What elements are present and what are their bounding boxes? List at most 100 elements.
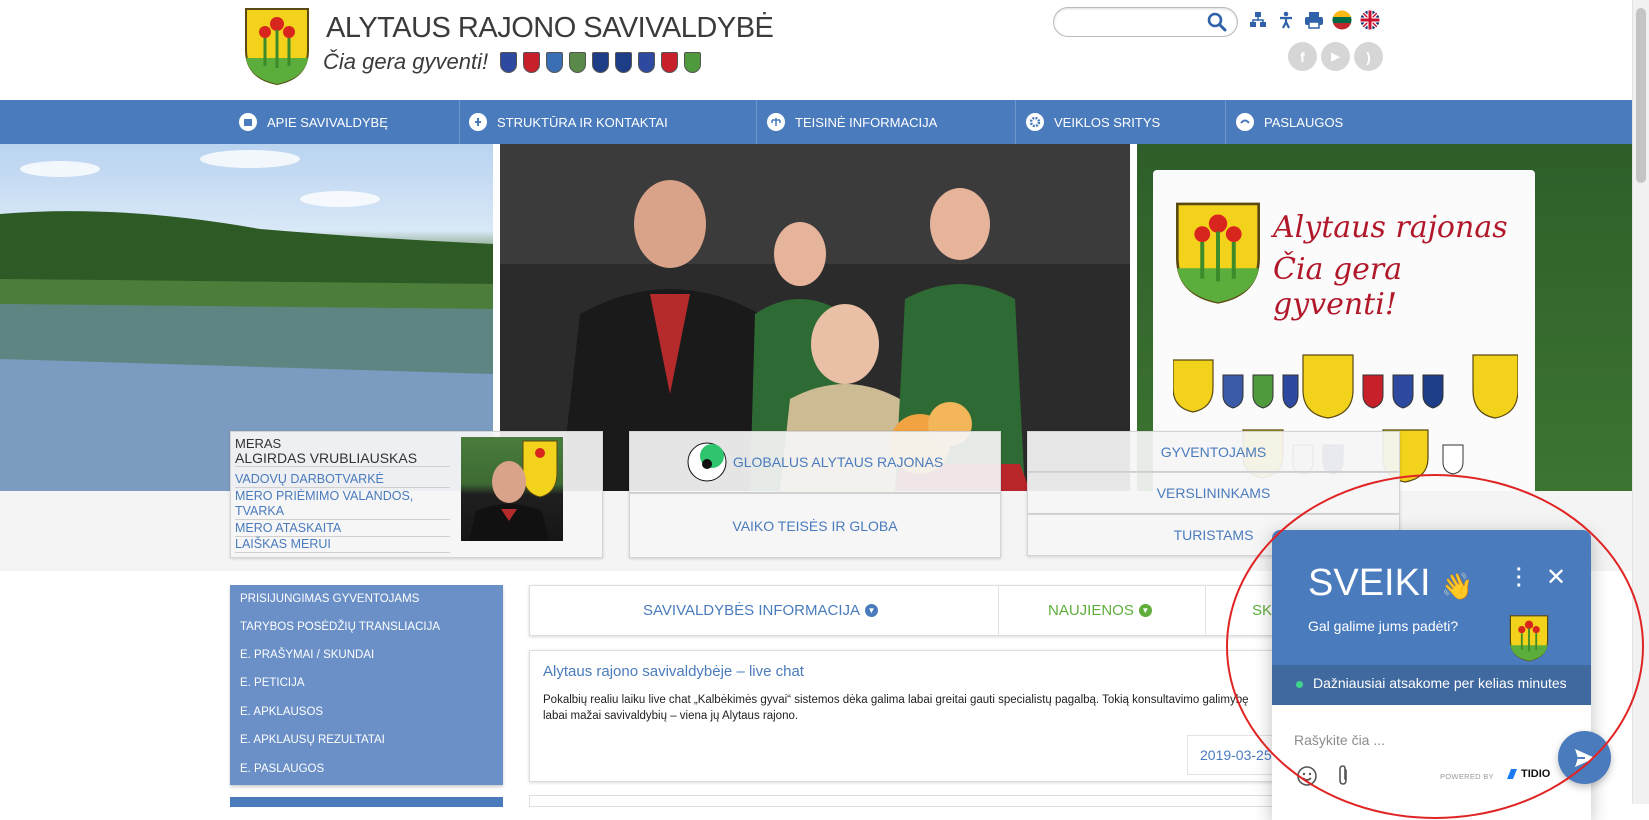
nav-divider bbox=[1015, 100, 1016, 144]
sidebar-item-prisijungimas[interactable]: PRISIJUNGIMAS GYVENTOJAMS bbox=[240, 593, 419, 605]
chat-title-text: SVEIKI bbox=[1308, 562, 1431, 604]
nav-divider bbox=[1225, 100, 1226, 144]
scrollbar-thumb[interactable] bbox=[1636, 8, 1646, 183]
top-utility-icons bbox=[1248, 10, 1380, 30]
site-title[interactable]: ALYTAUS RAJONO SAVIVALDYBĖ bbox=[326, 12, 774, 45]
sidebar-item-apklausu-rezultatai[interactable]: E. APKLAUSŲ REZULTATAI bbox=[240, 734, 385, 746]
mayor-link-ataskaita[interactable]: MERO ATASKAITA bbox=[235, 521, 450, 537]
tab-savivaldybes-informacija[interactable]: SAVIVALDYBĖS INFORMACIJA ▼ bbox=[643, 586, 878, 635]
tab-sk[interactable]: SK bbox=[1252, 586, 1272, 635]
print-icon[interactable] bbox=[1304, 10, 1324, 30]
structure-icon bbox=[469, 113, 487, 131]
site-header: ALYTAUS RAJONO SAVIVALDYBĖ Čia gera gyve… bbox=[0, 0, 1632, 100]
nav-item-label: APIE SAVIVALDYBĘ bbox=[267, 114, 388, 130]
chevron-down-icon: ▼ bbox=[1138, 604, 1152, 617]
nav-item-struktura[interactable]: STRUKTŪRA IR KONTAKTAI bbox=[469, 100, 668, 144]
e-services-sidebar: PRISIJUNGIMAS GYVENTOJAMS TARYBOS POSĖDŽ… bbox=[230, 585, 503, 785]
global-alytus-logo-icon bbox=[687, 442, 727, 482]
social-links: f ▶ ) bbox=[1288, 42, 1383, 71]
send-button[interactable] bbox=[1558, 731, 1611, 784]
site-motto: Čia gera gyventi! bbox=[323, 49, 489, 74]
page-scrollbar[interactable] bbox=[1632, 0, 1649, 804]
close-icon[interactable]: ✕ bbox=[1546, 563, 1566, 592]
news-body-line: labai mažai savivaldybių – viena jų Alyt… bbox=[543, 710, 799, 722]
sidebar-item-e-paslaugos[interactable]: E. PASLAUGOS bbox=[240, 763, 324, 775]
chat-title: SVEIKI 👋 bbox=[1308, 562, 1473, 605]
mayor-role: MERAS bbox=[235, 436, 282, 451]
sitemap-icon[interactable] bbox=[1248, 10, 1268, 30]
mayor-photo[interactable] bbox=[461, 437, 563, 541]
tab-divider bbox=[998, 586, 999, 635]
tab-label: NAUJIENOS bbox=[1048, 602, 1134, 619]
nav-item-label: TEISINĖ INFORMACIJA bbox=[795, 114, 938, 130]
search-icon[interactable] bbox=[1207, 12, 1227, 32]
tab-divider bbox=[1205, 586, 1206, 635]
eldership-crest-icon[interactable] bbox=[615, 52, 632, 73]
wave-icon: 👋 bbox=[1441, 571, 1474, 601]
rss-icon[interactable]: ) bbox=[1354, 42, 1383, 71]
search-input[interactable] bbox=[1066, 13, 1196, 31]
tab-label: SK bbox=[1252, 602, 1273, 619]
mayor-link-tvarka[interactable]: TVARKA bbox=[235, 504, 450, 520]
eldership-crest-icon[interactable] bbox=[569, 52, 586, 73]
eldership-crest-icon[interactable] bbox=[592, 52, 609, 73]
eldership-crest-icon[interactable] bbox=[638, 52, 655, 73]
eldership-crest-icon[interactable] bbox=[684, 52, 701, 73]
eldership-crest-icon[interactable] bbox=[546, 52, 563, 73]
banner-line-2: Čia gera gyventi! bbox=[1273, 252, 1403, 322]
attachment-icon[interactable] bbox=[1332, 764, 1354, 788]
nav-item-paslaugos[interactable]: PASLAUGOS bbox=[1236, 100, 1343, 144]
news-body: Pokalbių realiu laiku live chat „Kalbėki… bbox=[543, 692, 1343, 724]
audience-link-verslininkams[interactable]: VERSLININKAMS bbox=[1027, 472, 1400, 514]
send-icon bbox=[1574, 748, 1595, 767]
child-rights-link[interactable]: VAIKO TEISĖS IR GLOBA bbox=[629, 493, 1001, 558]
nav-item-teisine-informacija[interactable]: TEISINĖ INFORMACIJA bbox=[767, 100, 937, 144]
mayor-name[interactable]: ALGIRDAS VRUBLIAUSKAS bbox=[235, 450, 417, 466]
chat-avatar-crest bbox=[1509, 615, 1549, 662]
news-title[interactable]: Alytaus rajono savivaldybėje – live chat bbox=[543, 663, 804, 680]
eldership-crest-icon[interactable] bbox=[523, 52, 540, 73]
youtube-icon[interactable]: ▶ bbox=[1321, 42, 1350, 71]
mayor-box: MERAS ALGIRDAS VRUBLIAUSKAS VADOVŲ DARBO… bbox=[230, 431, 603, 558]
building-icon bbox=[239, 113, 257, 131]
eldership-crest-icon[interactable] bbox=[500, 52, 517, 73]
tab-label: SAVIVALDYBĖS INFORMACIJA bbox=[643, 602, 860, 619]
lithuanian-flag-icon[interactable] bbox=[1332, 10, 1352, 30]
sidebar-item-transliacija[interactable]: TARYBOS POSĖDŽIŲ TRANSLIACIJA bbox=[240, 621, 440, 633]
accessibility-icon[interactable] bbox=[1276, 10, 1296, 30]
mayor-link-laiskas[interactable]: LAIŠKAS MERUI bbox=[235, 537, 450, 553]
sidebar-item-peticija[interactable]: E. PETICIJA bbox=[240, 677, 305, 689]
audience-label: TURISTAMS bbox=[1173, 527, 1254, 543]
next-news-card bbox=[529, 795, 1349, 807]
banner-line-1: Alytaus rajonas bbox=[1273, 210, 1508, 245]
chat-status-text: Dažniausiai atsakome per kelias minutes bbox=[1313, 675, 1567, 691]
content-tabs: SAVIVALDYBĖS INFORMACIJA ▼ NAUJIENOS ▼ S… bbox=[529, 585, 1349, 636]
sidebar-next-block bbox=[230, 797, 503, 807]
news-card: Alytaus rajono savivaldybėje – live chat… bbox=[529, 650, 1349, 782]
facebook-icon[interactable]: f bbox=[1288, 42, 1317, 71]
nav-divider bbox=[459, 100, 460, 144]
nav-item-apie-savivaldybe[interactable]: APIE SAVIVALDYBĘ bbox=[239, 100, 388, 144]
gear-icon bbox=[1026, 113, 1044, 131]
nav-item-veiklos-sritys[interactable]: VEIKLOS SRITYS bbox=[1026, 100, 1160, 144]
services-icon bbox=[1236, 113, 1254, 131]
chat-message-input[interactable] bbox=[1294, 728, 1524, 752]
search-input-wrapper[interactable] bbox=[1053, 7, 1238, 37]
municipality-crest-logo[interactable] bbox=[243, 6, 311, 86]
mayor-link-priemimo-valandos[interactable]: MERO PRIĖMIMO VALANDOS, bbox=[235, 489, 450, 504]
emoji-icon[interactable] bbox=[1296, 765, 1318, 787]
live-chat-widget: SVEIKI 👋 Gal galime jums padėti? · · · ✕ D… bbox=[1272, 530, 1591, 820]
audience-link-gyventojams[interactable]: GYVENTOJAMS bbox=[1027, 431, 1400, 472]
more-options-icon[interactable]: · · · bbox=[1516, 560, 1523, 596]
tidio-brand[interactable]: TIDIO bbox=[1505, 767, 1550, 781]
uk-flag-icon[interactable] bbox=[1360, 10, 1380, 30]
global-alytus-link[interactable]: GLOBALUS ALYTAUS RAJONAS bbox=[629, 431, 1001, 493]
eldership-crest-icon[interactable] bbox=[661, 52, 678, 73]
tidio-brand-text: TIDIO bbox=[1521, 768, 1551, 780]
nav-divider bbox=[756, 100, 757, 144]
sidebar-item-prasymai[interactable]: E. PRAŠYMAI / SKUNDAI bbox=[240, 649, 374, 661]
mayor-link-darbotvarke[interactable]: VADOVŲ DARBOTVARKĖ bbox=[235, 472, 450, 488]
news-body-line: Pokalbių realiu laiku live chat „Kalbėki… bbox=[543, 694, 1249, 706]
sidebar-item-apklausos[interactable]: E. APKLAUSOS bbox=[240, 706, 323, 718]
tab-naujienos[interactable]: NAUJIENOS ▼ bbox=[1048, 586, 1152, 635]
